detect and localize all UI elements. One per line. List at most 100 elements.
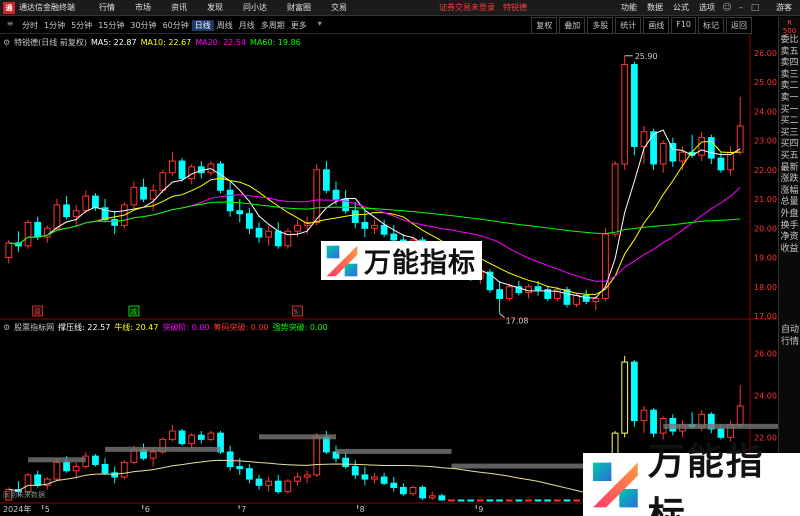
sidebar-item[interactable]: 买一: [779, 105, 800, 117]
sidebar-item[interactable]: 换手: [779, 221, 800, 233]
candle-body: [496, 289, 503, 299]
sub-bar-body: [169, 430, 176, 440]
date-tick-label: 8: [360, 505, 365, 514]
high-label: 25.90: [635, 52, 658, 61]
sidebar-item[interactable]: 委比: [779, 35, 800, 47]
sub-bar-body: [573, 499, 580, 502]
watermark-logo-icon-large: [592, 462, 638, 507]
candle-body: [505, 286, 513, 299]
sub-bar-body: [322, 436, 330, 453]
sub-bar-body: [313, 436, 321, 476]
candle-body: [226, 189, 234, 212]
candle-body: [621, 64, 629, 165]
sidebar-item[interactable]: 总量: [779, 197, 800, 209]
sidebar-item[interactable]: 卖三: [779, 70, 800, 82]
sidebar-item[interactable]: 收益: [779, 244, 800, 256]
sub-bar-body: [553, 499, 561, 502]
sub-bar-body: [399, 486, 407, 495]
sidebar-item[interactable]: 外盘: [779, 209, 800, 221]
meiyin-label: 筹码突破: 0.00: [213, 322, 269, 332]
sidebar-item[interactable]: 买二: [779, 116, 800, 128]
sub-bar-body: [120, 461, 128, 478]
candle-body: [534, 286, 542, 291]
tupo-label: 突破阶: 0.00: [162, 322, 210, 332]
price-tick-label: 20.00: [754, 224, 777, 233]
sidebar-item[interactable]: 自动: [779, 325, 800, 337]
candle-body: [92, 195, 99, 209]
candle-body: [322, 169, 330, 191]
resistance-block: [336, 448, 452, 454]
sidebar-item[interactable]: 卖二: [779, 81, 800, 93]
candle-body: [390, 233, 398, 241]
sub-bar-body: [563, 499, 571, 502]
settings-icon[interactable]: ⚙: [3, 38, 10, 47]
sidebar-item[interactable]: 净资: [779, 232, 800, 244]
sidebar-item[interactable]: 买三: [779, 128, 800, 140]
candle-body: [274, 230, 282, 247]
sub-bar-body: [486, 499, 494, 502]
sub-settings-icon[interactable]: ⚙: [3, 323, 10, 332]
candle-body: [698, 137, 706, 156]
sidebar-item[interactable]: 卖五: [779, 47, 800, 59]
candle-body: [582, 295, 590, 302]
sidebar-item[interactable]: 卖一: [779, 93, 800, 105]
candle-body: [34, 221, 42, 238]
moving-average-lines: 25.9017.08调减S财: [8, 52, 741, 326]
sub-bar-body: [438, 495, 446, 501]
sub-bar-body: [457, 499, 465, 502]
sub-bar-body: [525, 499, 532, 502]
sub-bar-body: [736, 405, 744, 426]
sub-tick-label: 24.00: [754, 392, 777, 401]
price-tick-label: 26.00: [754, 49, 777, 58]
sub-bar-body: [409, 486, 417, 495]
zhuya-label: 撑压线: 22.57: [58, 322, 111, 332]
sidebar-list: 委比 卖五 卖四 卖三 卖二 卖一 买一 买二 买三 买四 买五 最新 涨跌 涨幅 总量 外盘 换手 净资 收益: [779, 35, 800, 255]
sidebar-item[interactable]: 行情: [779, 337, 800, 349]
price-tick-label: 22.00: [754, 166, 777, 175]
candle-body: [361, 221, 369, 229]
sidebar-item[interactable]: 涨跌: [779, 174, 800, 186]
date-tick-label: 2024年: [3, 504, 31, 514]
guest-label[interactable]: 游客: [776, 2, 792, 13]
candle-body: [525, 286, 532, 294]
candle-body: [573, 295, 580, 305]
sidebar-item[interactable]: 买四: [779, 139, 800, 151]
sub-bar-body: [226, 451, 234, 468]
sub-bar-body: [448, 499, 455, 502]
sub-bar-body: [534, 499, 542, 502]
candle-body: [592, 297, 600, 302]
sidebar-item[interactable]: 买五: [779, 151, 800, 163]
candle-body: [111, 219, 119, 226]
candle-body: [255, 227, 263, 238]
sub-bar-body: [255, 478, 263, 486]
sub-bar-body: [476, 499, 484, 502]
date-tick-label: 7: [241, 505, 246, 514]
sub-bar-body: [544, 499, 552, 502]
sidebar-item[interactable]: 卖四: [779, 58, 800, 70]
sub-tick-label: 26.00: [754, 350, 777, 359]
sub-bar-body: [390, 482, 398, 488]
watermark-badge: 万能指标: [321, 241, 482, 280]
sub-bar-body: [467, 499, 475, 502]
ma20-label: MA20: 22.54: [195, 37, 246, 47]
candle-body: [236, 210, 244, 215]
sub-bar-body: [188, 434, 196, 445]
candle-body: [313, 169, 321, 223]
sub-bar-body: [428, 495, 436, 499]
sub-bar-body: [505, 499, 513, 502]
sub-bar-body: [303, 474, 311, 478]
sub-bar-body: [178, 430, 186, 445]
candle-body: [217, 163, 224, 191]
sidebar-item[interactable]: 涨幅: [779, 186, 800, 198]
sub-bar-body: [294, 476, 301, 482]
candle-body: [5, 242, 13, 259]
date-tick-label: 9: [478, 505, 483, 514]
sub-legend: ⚙ 股票指标网 撑压线: 22.57 牛线: 20.47 突破阶: 0.00 筹…: [0, 321, 332, 333]
ma10-label: MA10: 22.67: [140, 37, 192, 47]
sidebar-item[interactable]: 最新: [779, 163, 800, 175]
watermark-badge-large: 万能指标: [583, 440, 800, 516]
date-tick-label: 6: [145, 505, 150, 514]
resistance-block: [451, 463, 587, 469]
candle-body: [169, 160, 176, 174]
sub-bar-body: [246, 468, 253, 480]
